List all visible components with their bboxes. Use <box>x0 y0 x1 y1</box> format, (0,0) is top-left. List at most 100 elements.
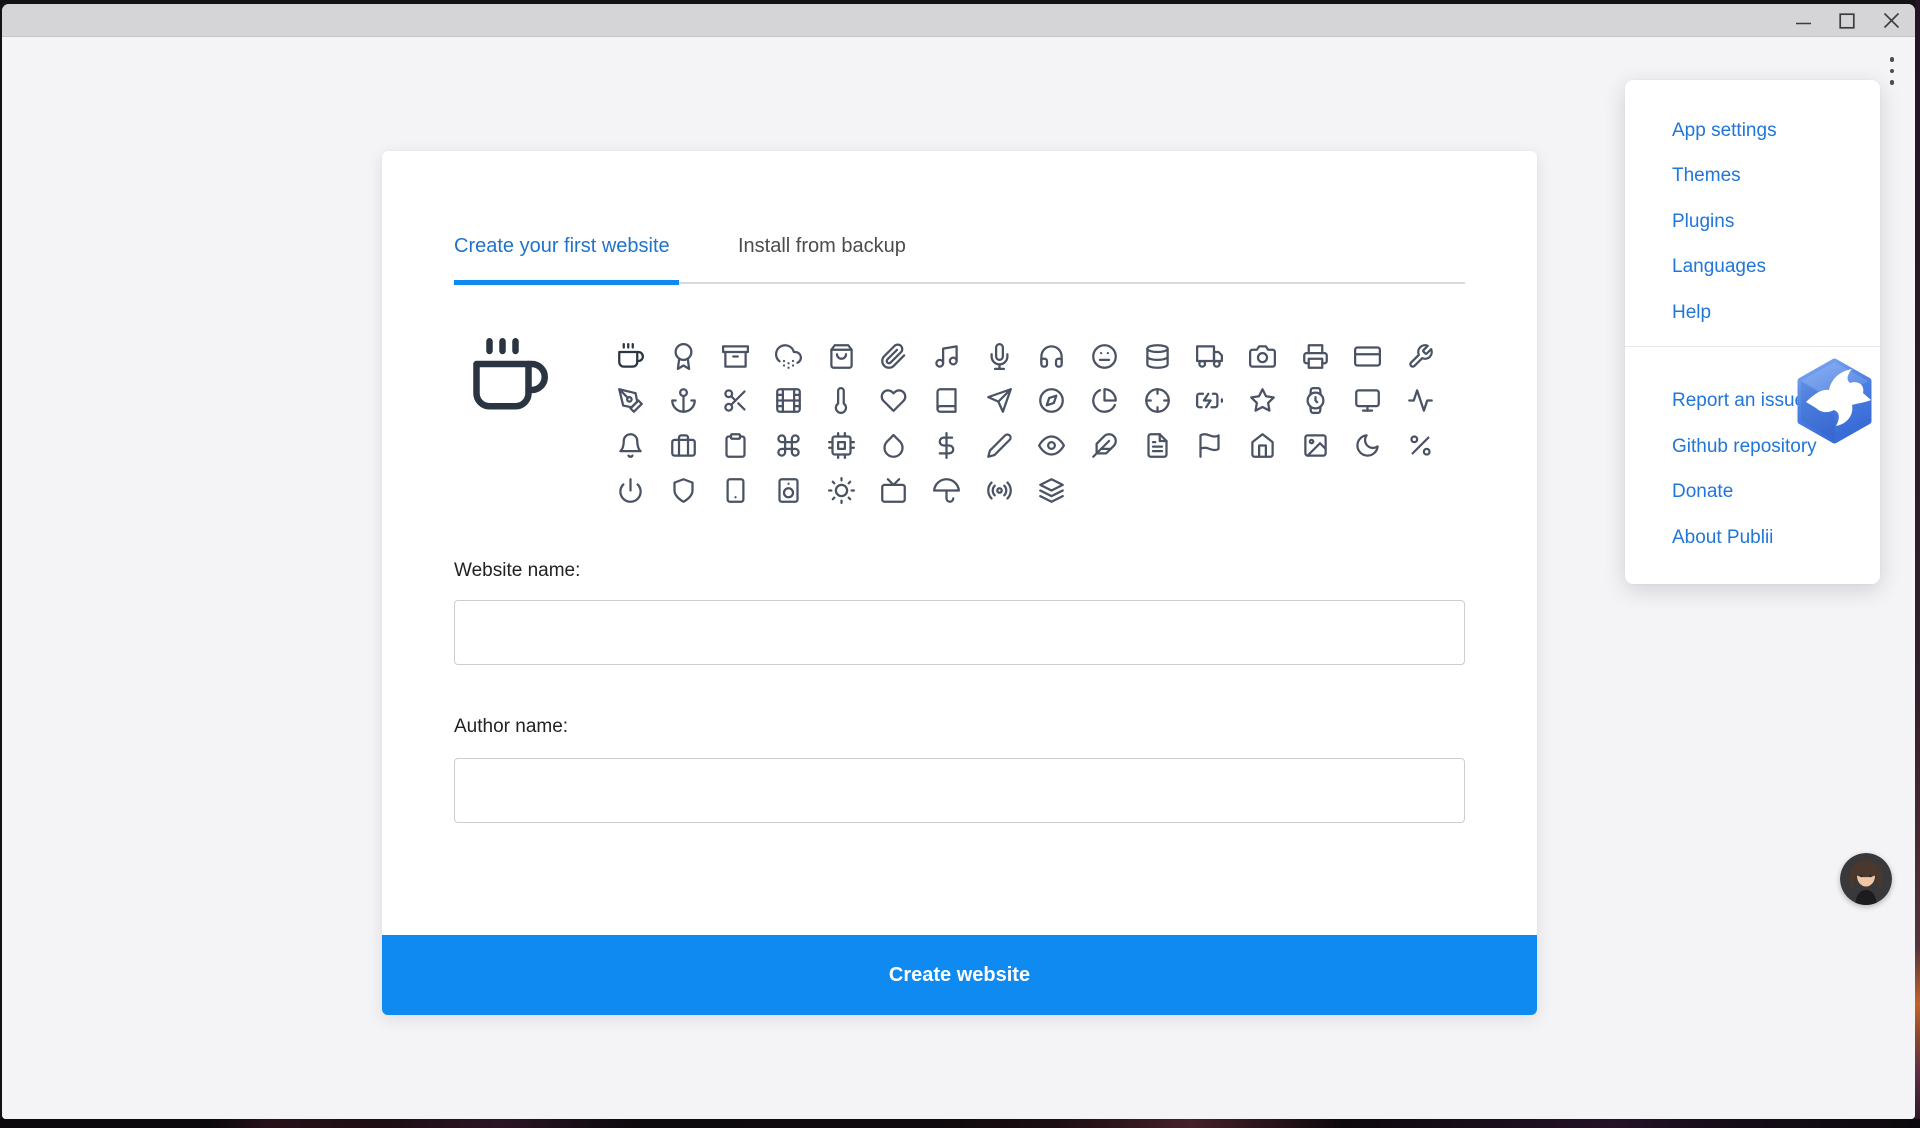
icon-option-truck[interactable] <box>1184 334 1237 379</box>
speaker-icon <box>775 477 802 504</box>
icon-option-percent[interactable] <box>1394 423 1447 468</box>
icon-option-layers[interactable] <box>1026 468 1079 513</box>
menu-item-app-settings[interactable]: App settings <box>1625 108 1880 154</box>
icon-option-droplet[interactable] <box>867 423 920 468</box>
coffee-icon <box>617 343 644 370</box>
website-name-input[interactable] <box>454 600 1465 665</box>
icon-option-tv[interactable] <box>867 468 920 513</box>
icon-option-eye[interactable] <box>1026 423 1079 468</box>
icon-option-power[interactable] <box>604 468 657 513</box>
icon-option-bell[interactable] <box>604 423 657 468</box>
headphones-icon <box>1038 343 1065 370</box>
icon-option-thermometer[interactable] <box>815 379 868 424</box>
pie-chart-icon <box>1091 387 1118 414</box>
menu-item-help[interactable]: Help <box>1625 290 1880 336</box>
truck-icon <box>1196 343 1223 370</box>
icon-option-edit-2[interactable] <box>973 423 1026 468</box>
icon-option-crosshair[interactable] <box>1131 379 1184 424</box>
icon-option-sun[interactable] <box>815 468 868 513</box>
icon-option-monitor[interactable] <box>1342 379 1395 424</box>
icon-option-award[interactable] <box>657 334 710 379</box>
menu-item-plugins[interactable]: Plugins <box>1625 199 1880 245</box>
icon-option-clipboard[interactable] <box>709 423 762 468</box>
icon-option-umbrella[interactable] <box>920 468 973 513</box>
compass-icon <box>1038 387 1065 414</box>
icon-option-heart[interactable] <box>867 379 920 424</box>
icon-option-anchor[interactable] <box>657 379 710 424</box>
icon-option-star[interactable] <box>1236 379 1289 424</box>
icon-option-shopping-bag[interactable] <box>815 334 868 379</box>
icon-option-battery-charging[interactable] <box>1184 379 1237 424</box>
menu-item-themes[interactable]: Themes <box>1625 154 1880 200</box>
window-titlebar[interactable] <box>2 4 1915 37</box>
book-icon <box>933 387 960 414</box>
award-icon <box>670 343 697 370</box>
icon-option-headphones[interactable] <box>1026 334 1079 379</box>
camera-icon <box>1249 343 1276 370</box>
icon-option-flag[interactable] <box>1184 423 1237 468</box>
menu-item-languages[interactable]: Languages <box>1625 245 1880 291</box>
minimize-icon <box>1795 12 1812 29</box>
maximize-button[interactable] <box>1825 4 1869 37</box>
icon-option-smartphone[interactable] <box>709 468 762 513</box>
icon-option-book[interactable] <box>920 379 973 424</box>
icon-option-home[interactable] <box>1236 423 1289 468</box>
icon-option-feather[interactable] <box>1078 423 1131 468</box>
icon-option-credit-card[interactable] <box>1342 334 1395 379</box>
bell-icon <box>617 432 644 459</box>
icon-option-command[interactable] <box>762 423 815 468</box>
icon-option-activity[interactable] <box>1394 379 1447 424</box>
icon-option-briefcase[interactable] <box>657 423 710 468</box>
icon-option-printer[interactable] <box>1289 334 1342 379</box>
icon-option-image[interactable] <box>1289 423 1342 468</box>
icon-option-pie-chart[interactable] <box>1078 379 1131 424</box>
icon-option-dollar-sign[interactable] <box>920 423 973 468</box>
close-button[interactable] <box>1869 4 1913 37</box>
briefcase-icon <box>670 432 697 459</box>
author-name-input[interactable] <box>454 758 1465 823</box>
music-icon <box>933 343 960 370</box>
icon-option-file-text[interactable] <box>1131 423 1184 468</box>
smartphone-icon <box>722 477 749 504</box>
icon-option-speaker[interactable] <box>762 468 815 513</box>
tab-create-first-website[interactable]: Create your first website <box>454 233 670 259</box>
icon-option-scissors[interactable] <box>709 379 762 424</box>
icon-option-watch[interactable] <box>1289 379 1342 424</box>
cloud-snow-icon <box>775 343 802 370</box>
coffee-icon <box>470 338 548 416</box>
menu-item-donate[interactable]: Donate <box>1625 470 1880 516</box>
icon-option-shield[interactable] <box>657 468 710 513</box>
icon-option-radio[interactable] <box>973 468 1026 513</box>
icon-option-paperclip[interactable] <box>867 334 920 379</box>
kebab-dot <box>1890 80 1895 85</box>
icon-option-cpu[interactable] <box>815 423 868 468</box>
icon-option-meh[interactable] <box>1078 334 1131 379</box>
app-dropdown-menu: App settingsThemesPluginsLanguagesHelp R… <box>1625 80 1880 584</box>
anchor-icon <box>670 387 697 414</box>
menu-item-about-publii[interactable]: About Publii <box>1625 515 1880 561</box>
icon-option-tool[interactable] <box>1394 334 1447 379</box>
icon-option-send[interactable] <box>973 379 1026 424</box>
power-icon <box>617 477 644 504</box>
minimize-button[interactable] <box>1781 4 1825 37</box>
send-icon <box>986 387 1013 414</box>
icon-option-archive[interactable] <box>709 334 762 379</box>
database-icon <box>1144 343 1171 370</box>
icon-option-camera[interactable] <box>1236 334 1289 379</box>
create-website-button[interactable]: Create website <box>382 935 1537 1015</box>
icon-option-database[interactable] <box>1131 334 1184 379</box>
umbrella-icon <box>933 477 960 504</box>
more-options-button[interactable] <box>1878 48 1906 94</box>
icon-option-music[interactable] <box>920 334 973 379</box>
tab-install-from-backup[interactable]: Install from backup <box>738 233 906 259</box>
desktop-wallpaper-bottom <box>0 1119 1920 1128</box>
icon-option-compass[interactable] <box>1026 379 1079 424</box>
layers-icon <box>1038 477 1065 504</box>
icon-option-film[interactable] <box>762 379 815 424</box>
icon-option-coffee[interactable] <box>604 334 657 379</box>
icon-option-pen-tool[interactable] <box>604 379 657 424</box>
droplet-icon <box>880 432 907 459</box>
icon-option-moon[interactable] <box>1342 423 1395 468</box>
icon-option-mic[interactable] <box>973 334 1026 379</box>
icon-option-cloud-snow[interactable] <box>762 334 815 379</box>
